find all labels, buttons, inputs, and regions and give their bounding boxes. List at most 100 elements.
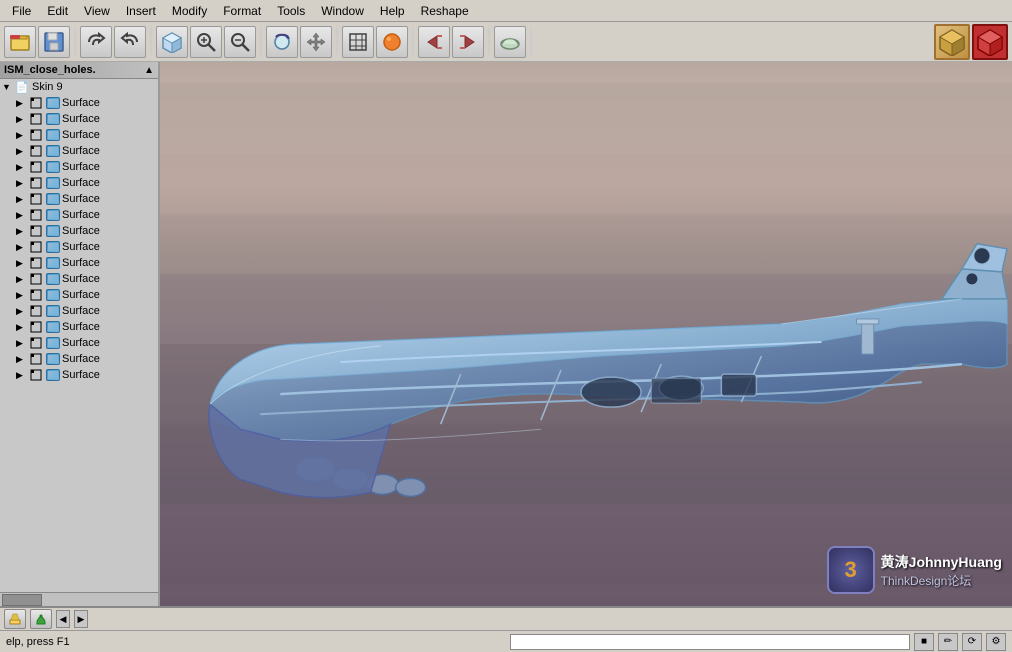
menu-insert[interactable]: Insert xyxy=(118,2,164,20)
watermark: 3 黄涛JohnnyHuang ThinkDesign论坛 xyxy=(827,546,1002,594)
statusbar-icon-4[interactable]: ⚙ xyxy=(986,633,1006,651)
tree-surface-13[interactable]: ▶ Surface xyxy=(0,287,158,303)
menu-view[interactable]: View xyxy=(76,2,118,20)
statusbar-icon-2[interactable]: ✏ xyxy=(938,633,958,651)
menu-tools[interactable]: Tools xyxy=(269,2,313,20)
fly-button[interactable] xyxy=(494,26,526,58)
menubar: File Edit View Insert Modify Format Tool… xyxy=(0,0,1012,22)
3d-viewport[interactable]: 3 黄涛JohnnyHuang ThinkDesign论坛 xyxy=(160,62,1012,606)
nav-right-button[interactable]: ▶ xyxy=(74,610,88,628)
surface-marker-icon-7 xyxy=(28,192,44,206)
tree-surface-2[interactable]: ▶ Surface xyxy=(0,111,158,127)
tree-surface-11[interactable]: ▶ Surface xyxy=(0,255,158,271)
tree-surface-15[interactable]: ▶ Surface xyxy=(0,319,158,335)
tree-surface-18[interactable]: ▶ Surface xyxy=(0,367,158,383)
bucket-button[interactable] xyxy=(30,609,52,629)
tree-root-item[interactable]: ▼ 📄 Skin 9 xyxy=(0,79,158,95)
skin-icon: 📄 xyxy=(14,80,30,94)
open-button[interactable] xyxy=(4,26,36,58)
tree-hscroll-thumb[interactable] xyxy=(2,594,42,606)
surface-label-9: Surface xyxy=(62,225,100,237)
expand-icon[interactable]: ▼ xyxy=(2,82,14,92)
watermark-logo: 3 xyxy=(827,546,875,594)
watermark-number: 3 xyxy=(845,557,857,583)
separator-1 xyxy=(74,28,76,56)
surface-label-2: Surface xyxy=(62,113,100,125)
tree-surface-1[interactable]: ▶ Surface xyxy=(0,95,158,111)
view-reset[interactable] xyxy=(972,24,1008,60)
menu-format[interactable]: Format xyxy=(215,2,269,20)
menu-edit[interactable]: Edit xyxy=(39,2,76,20)
surface-marker-icon-11 xyxy=(28,256,44,270)
zoom-box-button[interactable] xyxy=(190,26,222,58)
nav-left-button[interactable]: ◀ xyxy=(56,610,70,628)
toolbar xyxy=(0,22,1012,62)
view-cube-button[interactable] xyxy=(156,26,188,58)
surface-label-5: Surface xyxy=(62,161,100,173)
tree-surface-14[interactable]: ▶ Surface xyxy=(0,303,158,319)
tree-collapse-icon[interactable]: ▲ xyxy=(144,65,154,76)
tree-horizontal-scrollbar[interactable] xyxy=(0,592,158,606)
menu-file[interactable]: File xyxy=(4,2,39,20)
surface-label-16: Surface xyxy=(62,337,100,349)
surface-label-10: Surface xyxy=(62,241,100,253)
surface-marker-icon-6 xyxy=(28,176,44,190)
main-area: ISM_close_holes. ▲ ▼ 📄 Skin 9 ▶ Surface … xyxy=(0,62,1012,606)
separator-4 xyxy=(336,28,338,56)
statusbar-icon-3[interactable]: ⟳ xyxy=(962,633,982,651)
tree-title: ISM_close_holes. xyxy=(4,64,96,76)
separator-7 xyxy=(530,28,532,56)
undo-button[interactable] xyxy=(80,26,112,58)
watermark-site: ThinkDesign论坛 xyxy=(881,572,1002,589)
tree-surface-10[interactable]: ▶ Surface xyxy=(0,239,158,255)
view-next-button[interactable] xyxy=(452,26,484,58)
separator-3 xyxy=(260,28,262,56)
zoom-fit-button[interactable] xyxy=(224,26,256,58)
menu-reshape[interactable]: Reshape xyxy=(413,2,477,20)
redo-button[interactable] xyxy=(114,26,146,58)
tree-surface-6[interactable]: ▶ Surface xyxy=(0,175,158,191)
surface-marker-icon-14 xyxy=(28,304,44,318)
menu-modify[interactable]: Modify xyxy=(164,2,215,20)
surface-marker-icon-2 xyxy=(28,112,44,126)
grid-button[interactable] xyxy=(342,26,374,58)
tree-content[interactable]: ▼ 📄 Skin 9 ▶ Surface ▶ Surface ▶ xyxy=(0,79,158,592)
surface-label-14: Surface xyxy=(62,305,100,317)
expand-icon-1: ▶ xyxy=(16,98,28,109)
surface-label-7: Surface xyxy=(62,193,100,205)
tree-surface-4[interactable]: ▶ Surface xyxy=(0,143,158,159)
view-prev-button[interactable] xyxy=(418,26,450,58)
tree-surface-5[interactable]: ▶ Surface xyxy=(0,159,158,175)
statusbar-icon-1[interactable]: ■ xyxy=(914,633,934,651)
save-button[interactable] xyxy=(38,26,70,58)
surface-marker-icon-8 xyxy=(28,208,44,222)
pan-button[interactable] xyxy=(300,26,332,58)
render-button[interactable] xyxy=(376,26,408,58)
bottom-toolbar: ◀ ▶ xyxy=(0,606,1012,630)
tree-surface-7[interactable]: ▶ Surface xyxy=(0,191,158,207)
tree-surface-3[interactable]: ▶ Surface xyxy=(0,127,158,143)
view-cube-3d[interactable] xyxy=(934,24,970,60)
surface-marker-icon-16 xyxy=(28,336,44,350)
surface-marker-icon-17 xyxy=(28,352,44,366)
menu-help[interactable]: Help xyxy=(372,2,413,20)
surface-marker-icon-15 xyxy=(28,320,44,334)
surface-label-1: Surface xyxy=(62,97,100,109)
tree-surface-16[interactable]: ▶ Surface xyxy=(0,335,158,351)
pencil-button[interactable] xyxy=(4,609,26,629)
tree-surface-9[interactable]: ▶ Surface xyxy=(0,223,158,239)
rotate-button[interactable] xyxy=(266,26,298,58)
tree-surface-8[interactable]: ▶ Surface xyxy=(0,207,158,223)
surface-label-8: Surface xyxy=(62,209,100,221)
surface-label-17: Surface xyxy=(62,353,100,365)
tree-panel: ISM_close_holes. ▲ ▼ 📄 Skin 9 ▶ Surface … xyxy=(0,62,160,606)
surface-marker-icon-5 xyxy=(28,160,44,174)
menu-window[interactable]: Window xyxy=(313,2,372,20)
surface-marker-icon-18 xyxy=(28,368,44,382)
watermark-text: 黄涛JohnnyHuang ThinkDesign论坛 xyxy=(881,552,1002,589)
surface-label-12: Surface xyxy=(62,273,100,285)
surface-label-15: Surface xyxy=(62,321,100,333)
tree-surface-17[interactable]: ▶ Surface xyxy=(0,351,158,367)
separator-2 xyxy=(150,28,152,56)
tree-surface-12[interactable]: ▶ Surface xyxy=(0,271,158,287)
